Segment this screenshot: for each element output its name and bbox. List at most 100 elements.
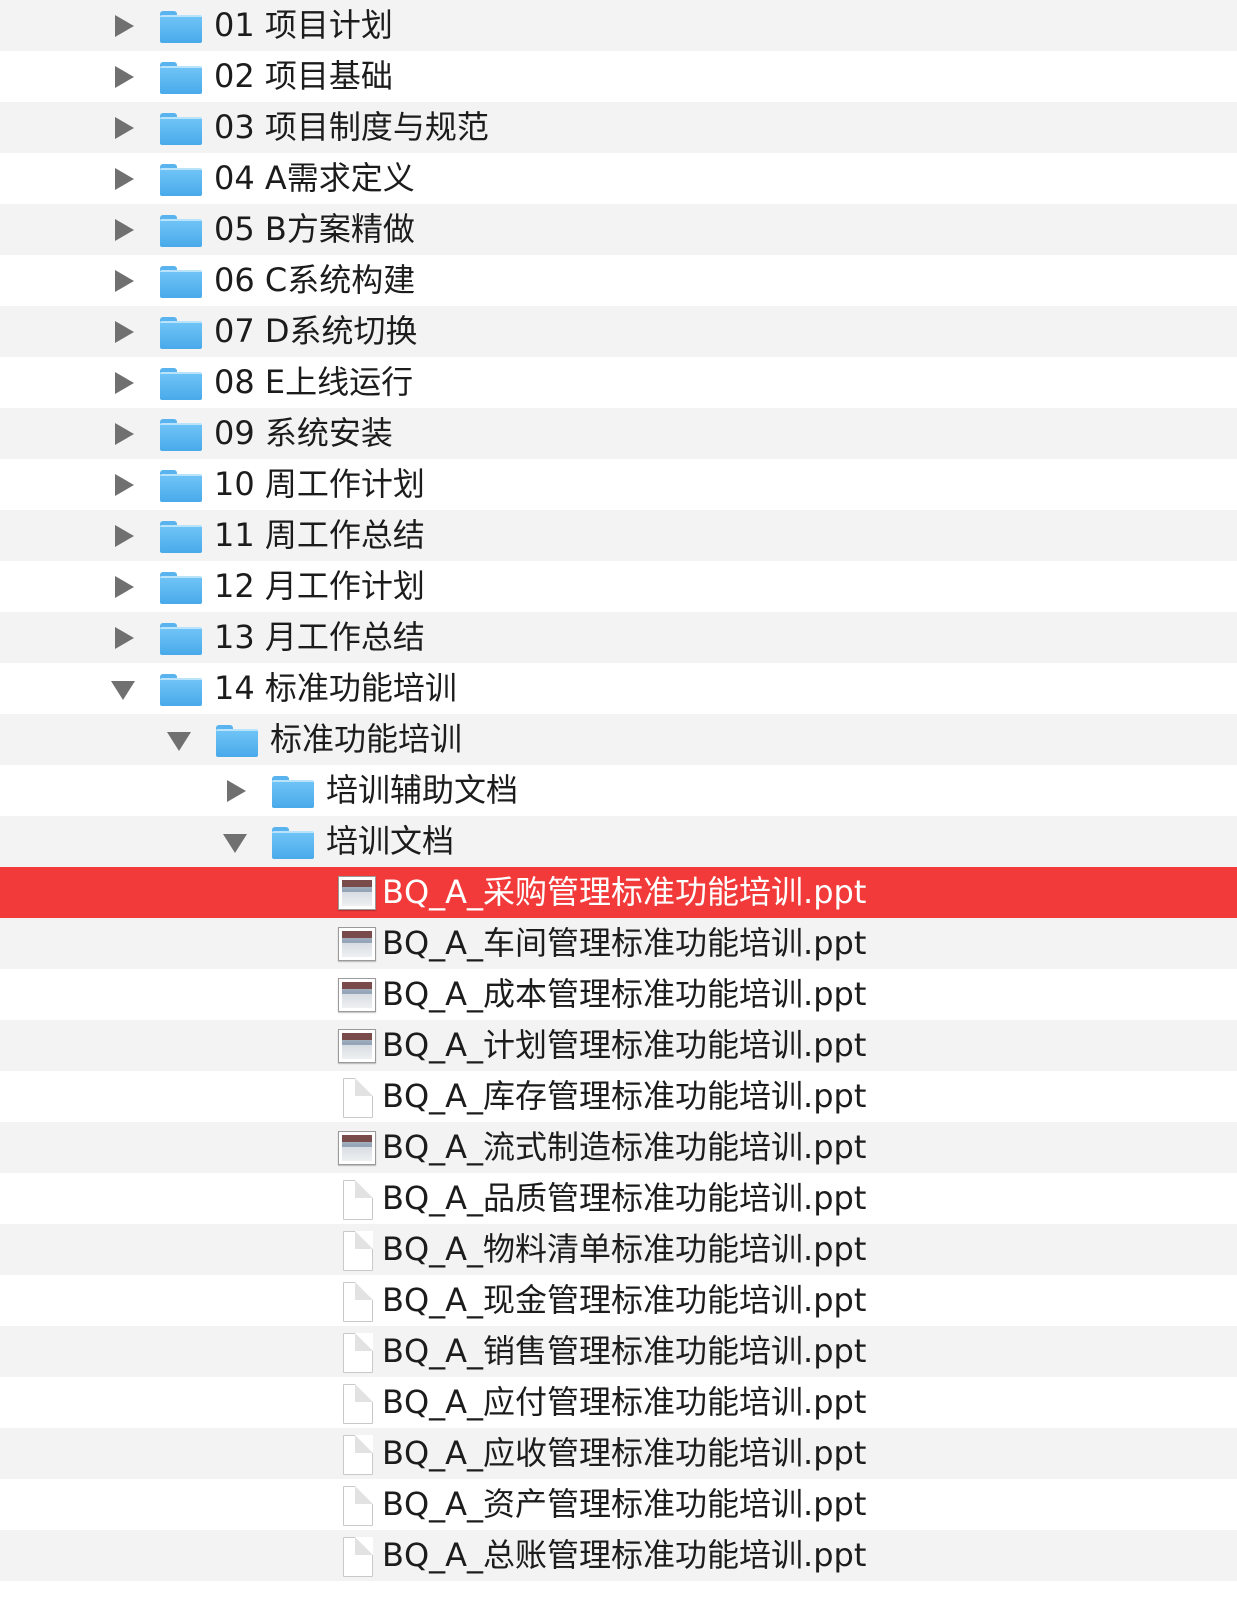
folder-row[interactable]: 培训辅助文档 bbox=[0, 765, 1237, 816]
file-name: BQ_A_品质管理标准功能培训.ppt bbox=[382, 1179, 867, 1217]
folder-icon bbox=[160, 623, 202, 655]
folder-icon bbox=[272, 827, 314, 859]
folder-row[interactable]: 07 D系统切换 bbox=[0, 306, 1237, 357]
disclosure-triangle-right-icon[interactable] bbox=[111, 472, 137, 498]
disclosure-triangle-right-icon[interactable] bbox=[111, 523, 137, 549]
folder-icon bbox=[272, 776, 314, 808]
folder-name: 08 E上线运行 bbox=[214, 363, 414, 401]
file-row[interactable]: BQ_A_车间管理标准功能培训.ppt bbox=[0, 918, 1237, 969]
disclosure-triangle-right-icon[interactable] bbox=[111, 13, 137, 39]
file-row[interactable]: BQ_A_应付管理标准功能培训.ppt bbox=[0, 1377, 1237, 1428]
disclosure-triangle-right-icon[interactable] bbox=[111, 64, 137, 90]
file-name: BQ_A_流式制造标准功能培训.ppt bbox=[382, 1128, 867, 1166]
file-row[interactable]: BQ_A_销售管理标准功能培训.ppt bbox=[0, 1326, 1237, 1377]
disclosure-triangle-right-icon[interactable] bbox=[111, 370, 137, 396]
folder-icon bbox=[160, 215, 202, 247]
folder-name: 02 项目基础 bbox=[214, 57, 393, 95]
folder-name: 01 项目计划 bbox=[214, 6, 393, 44]
file-name: BQ_A_应付管理标准功能培训.ppt bbox=[382, 1383, 867, 1421]
disclosure-triangle-right-icon[interactable] bbox=[111, 625, 137, 651]
file-name: BQ_A_成本管理标准功能培训.ppt bbox=[382, 975, 867, 1013]
folder-row[interactable]: 06 C系统构建 bbox=[0, 255, 1237, 306]
blank-document-icon bbox=[343, 1333, 373, 1373]
disclosure-triangle-right-icon[interactable] bbox=[111, 217, 137, 243]
folder-name: 05 B方案精做 bbox=[214, 210, 415, 248]
file-name: BQ_A_应收管理标准功能培训.ppt bbox=[382, 1434, 867, 1472]
folder-row[interactable]: 14 标准功能培训 bbox=[0, 663, 1237, 714]
disclosure-triangle-right-icon[interactable] bbox=[111, 268, 137, 294]
folder-name: 14 标准功能培训 bbox=[214, 669, 457, 707]
folder-icon bbox=[160, 11, 202, 43]
folder-row[interactable]: 05 B方案精做 bbox=[0, 204, 1237, 255]
folder-icon bbox=[160, 419, 202, 451]
slide-thumbnail-icon bbox=[338, 876, 376, 910]
file-row[interactable]: BQ_A_采购管理标准功能培训.ppt bbox=[0, 867, 1237, 918]
file-name: BQ_A_车间管理标准功能培训.ppt bbox=[382, 924, 867, 962]
disclosure-triangle-right-icon[interactable] bbox=[111, 421, 137, 447]
slide-thumbnail-icon bbox=[338, 1029, 376, 1063]
folder-icon bbox=[160, 572, 202, 604]
disclosure-triangle-down-icon[interactable] bbox=[111, 676, 137, 702]
folder-row[interactable]: 08 E上线运行 bbox=[0, 357, 1237, 408]
folder-row[interactable]: 09 系统安装 bbox=[0, 408, 1237, 459]
folder-name: 12 月工作计划 bbox=[214, 567, 425, 605]
disclosure-triangle-down-icon[interactable] bbox=[167, 727, 193, 753]
folder-name: 04 A需求定义 bbox=[214, 159, 415, 197]
folder-name: 培训辅助文档 bbox=[326, 771, 519, 809]
file-row[interactable]: BQ_A_应收管理标准功能培训.ppt bbox=[0, 1428, 1237, 1479]
folder-row[interactable]: 13 月工作总结 bbox=[0, 612, 1237, 663]
folder-row[interactable]: 04 A需求定义 bbox=[0, 153, 1237, 204]
file-row[interactable]: BQ_A_物料清单标准功能培训.ppt bbox=[0, 1224, 1237, 1275]
slide-thumbnail-icon bbox=[338, 978, 376, 1012]
disclosure-triangle-right-icon[interactable] bbox=[111, 166, 137, 192]
folder-icon bbox=[160, 368, 202, 400]
folder-row[interactable]: 11 周工作总结 bbox=[0, 510, 1237, 561]
folder-icon bbox=[160, 266, 202, 298]
blank-document-icon bbox=[343, 1384, 373, 1424]
folder-row[interactable]: 03 项目制度与规范 bbox=[0, 102, 1237, 153]
folder-name: 13 月工作总结 bbox=[214, 618, 425, 656]
file-row[interactable]: BQ_A_流式制造标准功能培训.ppt bbox=[0, 1122, 1237, 1173]
slide-thumbnail-icon bbox=[338, 927, 376, 961]
file-name: BQ_A_资产管理标准功能培训.ppt bbox=[382, 1485, 867, 1523]
blank-document-icon bbox=[343, 1282, 373, 1322]
folder-name: 11 周工作总结 bbox=[214, 516, 425, 554]
folder-icon bbox=[160, 62, 202, 94]
disclosure-triangle-right-icon[interactable] bbox=[111, 574, 137, 600]
folder-row[interactable]: 培训文档 bbox=[0, 816, 1237, 867]
file-name: BQ_A_计划管理标准功能培训.ppt bbox=[382, 1026, 867, 1064]
folder-name: 培训文档 bbox=[326, 822, 455, 860]
file-row[interactable]: BQ_A_品质管理标准功能培训.ppt bbox=[0, 1173, 1237, 1224]
folder-row[interactable]: 10 周工作计划 bbox=[0, 459, 1237, 510]
folder-icon bbox=[160, 674, 202, 706]
file-row[interactable]: BQ_A_库存管理标准功能培训.ppt bbox=[0, 1071, 1237, 1122]
folder-icon bbox=[216, 725, 258, 757]
blank-document-icon bbox=[343, 1537, 373, 1577]
file-row[interactable]: BQ_A_资产管理标准功能培训.ppt bbox=[0, 1479, 1237, 1530]
blank-document-icon bbox=[343, 1435, 373, 1475]
blank-document-icon bbox=[343, 1231, 373, 1271]
file-name: BQ_A_总账管理标准功能培训.ppt bbox=[382, 1536, 867, 1574]
folder-row[interactable]: 12 月工作计划 bbox=[0, 561, 1237, 612]
disclosure-triangle-right-icon[interactable] bbox=[111, 319, 137, 345]
file-row[interactable]: BQ_A_总账管理标准功能培训.ppt bbox=[0, 1530, 1237, 1581]
blank-document-icon bbox=[343, 1180, 373, 1220]
file-row[interactable]: BQ_A_计划管理标准功能培训.ppt bbox=[0, 1020, 1237, 1071]
folder-row[interactable]: 02 项目基础 bbox=[0, 51, 1237, 102]
file-row[interactable]: BQ_A_成本管理标准功能培训.ppt bbox=[0, 969, 1237, 1020]
file-row[interactable]: BQ_A_现金管理标准功能培训.ppt bbox=[0, 1275, 1237, 1326]
blank-document-icon bbox=[343, 1078, 373, 1118]
folder-row[interactable]: 标准功能培训 bbox=[0, 714, 1237, 765]
folder-icon bbox=[160, 521, 202, 553]
folder-name: 标准功能培训 bbox=[270, 720, 463, 758]
folder-icon bbox=[160, 317, 202, 349]
disclosure-triangle-right-icon[interactable] bbox=[223, 778, 249, 804]
disclosure-triangle-down-icon[interactable] bbox=[223, 829, 249, 855]
file-list-view: 01 项目计划 02 项目基础 03 项目制度与规范 04 A需求定义 05 B方案精做… bbox=[0, 0, 1237, 1600]
folder-name: 07 D系统切换 bbox=[214, 312, 418, 350]
folder-icon bbox=[160, 113, 202, 145]
file-name: BQ_A_库存管理标准功能培训.ppt bbox=[382, 1077, 867, 1115]
folder-row[interactable]: 01 项目计划 bbox=[0, 0, 1237, 51]
blank-document-icon bbox=[343, 1486, 373, 1526]
disclosure-triangle-right-icon[interactable] bbox=[111, 115, 137, 141]
